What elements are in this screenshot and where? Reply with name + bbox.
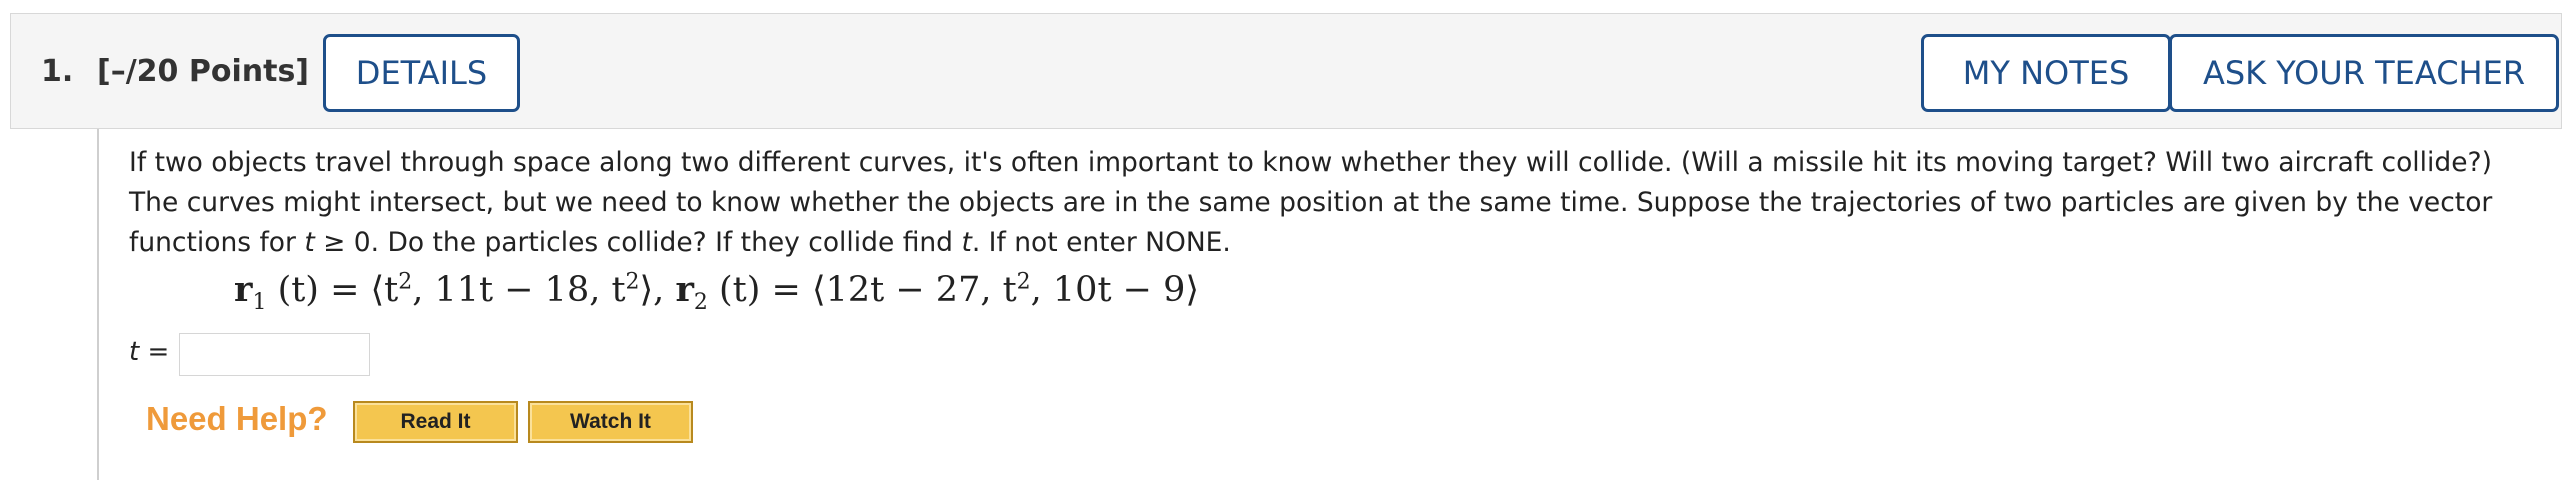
prompt-variable-t: t (304, 227, 315, 258)
read-it-button[interactable]: Read It (353, 401, 518, 443)
vector-functions-equation: r1 (t) = ⟨t2, 11t − 18, t2⟩, r2 (t) = ⟨1… (234, 269, 1199, 315)
question-prompt: If two objects travel through space alon… (129, 143, 2539, 263)
question-number: 1. (41, 54, 74, 89)
question-body: If two objects travel through space alon… (97, 129, 2557, 480)
r2-subscript: 2 (693, 290, 708, 315)
r1-exponent-2: 2 (625, 269, 640, 295)
r2-exponent: 2 (1016, 269, 1031, 295)
watch-it-button[interactable]: Watch It (528, 401, 693, 443)
r1-body-b: , 11t − 18, t (412, 270, 626, 310)
r1-exponent-1: 2 (398, 269, 413, 295)
r1-body-a: (t) = ⟨t (266, 270, 399, 310)
r1-body-c: ⟩, (639, 270, 676, 310)
r2-body-b: , 10t − 9⟩ (1030, 270, 1200, 310)
r1-symbol: r (234, 269, 253, 310)
my-notes-button[interactable]: MY NOTES (1921, 34, 2171, 112)
question-points: [–/20 Points] (97, 54, 310, 89)
answer-equals: = (139, 337, 170, 367)
question-header: 1. [–/20 Points] DETAILS MY NOTES ASK YO… (10, 13, 2562, 129)
r2-symbol: r (675, 269, 694, 310)
need-help-label: Need Help? (146, 400, 328, 437)
r2-body-a: (t) = ⟨12t − 27, t (707, 270, 1017, 310)
r1-subscript: 1 (252, 290, 267, 315)
answer-label: t = (129, 337, 169, 367)
prompt-text-3: . If not enter NONE. (971, 227, 1231, 258)
answer-variable: t (129, 337, 140, 367)
details-button[interactable]: DETAILS (323, 34, 520, 112)
answer-input[interactable] (179, 333, 370, 376)
prompt-text-2: ≥ 0. Do the particles collide? If they c… (314, 227, 962, 258)
prompt-variable-t-2: t (961, 227, 972, 258)
ask-your-teacher-button[interactable]: ASK YOUR TEACHER (2169, 34, 2559, 112)
